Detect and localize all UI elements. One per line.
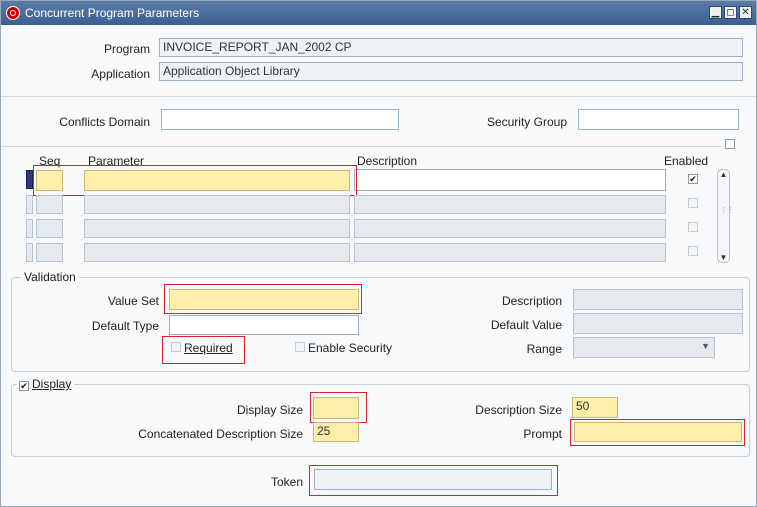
chevron-down-icon[interactable]: ▼: [701, 338, 710, 355]
display-size-label: Display Size: [236, 403, 303, 417]
default-type-label: Default Type: [91, 319, 159, 333]
concurrent-program-parameters-window: Concurrent Program Parameters ▁ ◻ ✕ Prog…: [0, 0, 757, 507]
prompt-label: Prompt: [523, 427, 562, 441]
title-bar[interactable]: Concurrent Program Parameters ▁ ◻ ✕: [1, 1, 756, 25]
grid-scrollbar[interactable]: ▲ ⋮⋮ ▼: [717, 169, 734, 263]
prompt-highlight: [570, 419, 745, 446]
display-legend: ✔ Display: [17, 377, 75, 391]
window-title: Concurrent Program Parameters: [25, 6, 200, 20]
description-size-field[interactable]: 50: [572, 397, 618, 418]
seq-field[interactable]: [36, 219, 63, 238]
seq-field[interactable]: [36, 195, 63, 214]
description-field[interactable]: [354, 243, 666, 262]
enabled-checkbox[interactable]: [688, 222, 698, 232]
description-label: Description: [501, 294, 562, 308]
enable-security-label: Enable Security: [308, 341, 393, 355]
value-set-highlight: [164, 284, 362, 314]
value-set-label: Value Set: [107, 294, 159, 308]
divider: [1, 96, 756, 97]
seq-field[interactable]: [36, 243, 63, 262]
conflicts-domain-field[interactable]: [161, 109, 399, 130]
enable-security-checkbox[interactable]: [295, 342, 305, 352]
display-size-highlight: [310, 392, 367, 423]
range-label: Range: [526, 342, 562, 356]
minimize-icon[interactable]: ▁: [709, 6, 722, 19]
default-value-label: Default Value: [490, 318, 562, 332]
maximize-icon[interactable]: ◻: [724, 6, 737, 19]
display-checkbox[interactable]: ✔: [19, 381, 29, 391]
validation-description-field[interactable]: [573, 289, 743, 310]
row-selector[interactable]: [26, 219, 33, 238]
validation-legend: Validation: [21, 270, 79, 284]
security-group-label: Security Group: [486, 115, 567, 129]
close-icon[interactable]: ✕: [739, 6, 752, 19]
row-selector[interactable]: [26, 243, 33, 262]
enabled-checkbox[interactable]: [688, 198, 698, 208]
description-header: Description: [357, 154, 418, 168]
description-field[interactable]: [354, 219, 666, 238]
security-group-field[interactable]: [578, 109, 739, 130]
token-label: Token: [270, 475, 303, 489]
concatenated-description-size-label: Concatenated Description Size: [138, 427, 303, 441]
application-label: Application: [91, 67, 150, 81]
parameter-field[interactable]: [84, 195, 350, 214]
conflicts-domain-label: Conflicts Domain: [59, 115, 150, 129]
program-label: Program: [103, 42, 150, 56]
divider: [1, 146, 721, 147]
enabled-checkbox[interactable]: [688, 246, 698, 256]
token-highlight: [309, 465, 558, 496]
application-field[interactable]: Application Object Library: [159, 62, 743, 81]
row-selector-current[interactable]: [26, 170, 33, 189]
oracle-logo-icon: [6, 6, 20, 20]
parameter-field[interactable]: [84, 243, 350, 262]
enabled-checkbox[interactable]: ✔: [688, 174, 698, 184]
description-field[interactable]: [354, 169, 666, 191]
program-field[interactable]: INVOICE_REPORT_JAN_2002 CP: [159, 38, 743, 57]
parameter-field[interactable]: [84, 219, 350, 238]
row-selector[interactable]: [26, 195, 33, 214]
range-select[interactable]: ▼: [573, 337, 715, 358]
description-field[interactable]: [354, 195, 666, 214]
default-value-field[interactable]: [573, 313, 743, 334]
scroll-up-icon[interactable]: ▲: [718, 170, 729, 179]
default-type-field[interactable]: [169, 315, 359, 335]
concatenated-description-size-field[interactable]: 25: [313, 422, 359, 442]
required-highlight: [162, 336, 245, 364]
row-highlight: [33, 165, 357, 196]
description-size-label: Description Size: [475, 403, 562, 417]
scroll-grip-icon[interactable]: ⋮⋮: [720, 207, 734, 214]
scroll-down-icon[interactable]: ▼: [718, 253, 729, 262]
enabled-header: Enabled: [664, 154, 709, 168]
record-indicator-checkbox[interactable]: [725, 139, 735, 149]
